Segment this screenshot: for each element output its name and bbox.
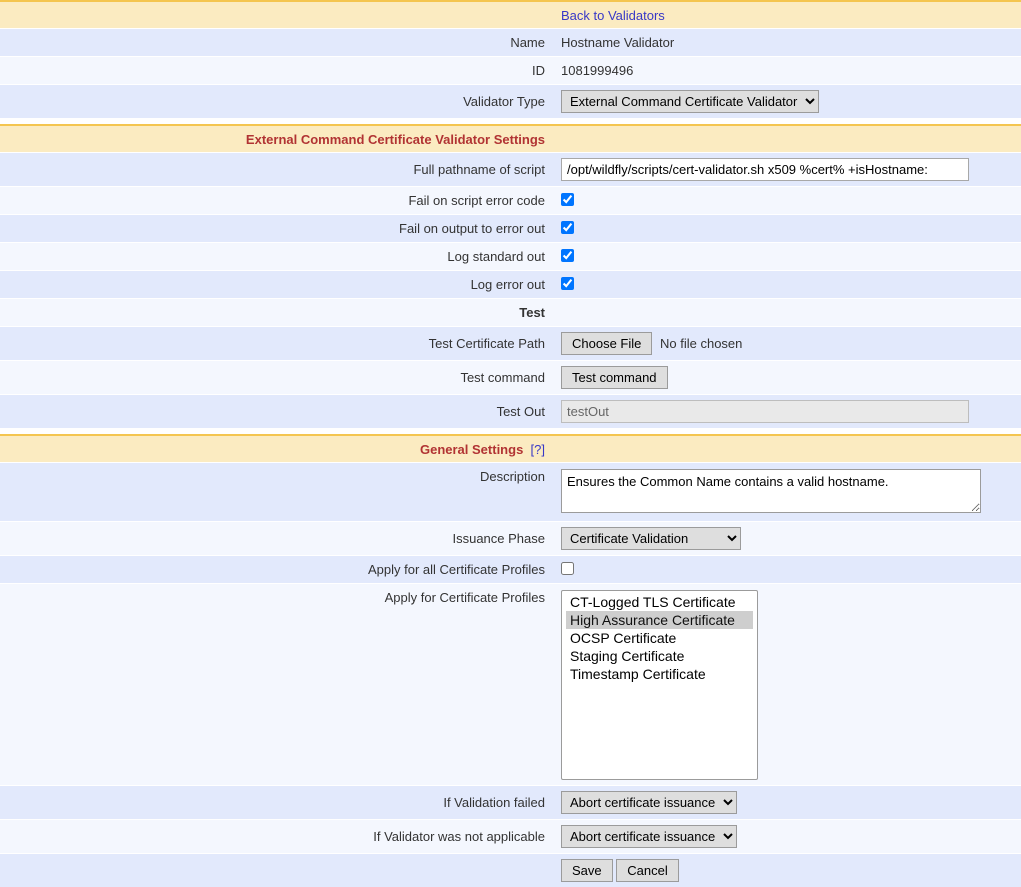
script-path-label: Full pathname of script <box>0 157 555 182</box>
log-stderr-checkbox[interactable] <box>561 277 574 290</box>
id-label: ID <box>0 58 555 83</box>
fail-stderr-row: Fail on output to error out <box>0 214 1021 242</box>
profile-option[interactable]: High Assurance Certificate <box>566 611 753 629</box>
description-label: Description <box>0 463 555 489</box>
actions-row: Save Cancel <box>0 853 1021 887</box>
help-link[interactable]: [?] <box>531 442 545 457</box>
test-out-row: Test Out <box>0 394 1021 428</box>
log-stdout-checkbox[interactable] <box>561 249 574 262</box>
issuance-phase-label: Issuance Phase <box>0 526 555 551</box>
cancel-button[interactable]: Cancel <box>616 859 678 882</box>
general-settings-header: General Settings [?] <box>0 434 1021 462</box>
test-heading-row: Test <box>0 298 1021 326</box>
profile-option[interactable]: OCSP Certificate <box>566 629 753 647</box>
log-stderr-label: Log error out <box>0 272 555 297</box>
fail-error-code-checkbox[interactable] <box>561 193 574 206</box>
issuance-phase-row: Issuance Phase Certificate Validation <box>0 521 1021 555</box>
choose-file-button[interactable]: Choose File <box>561 332 652 355</box>
if-na-row: If Validator was not applicable Abort ce… <box>0 819 1021 853</box>
apply-all-label: Apply for all Certificate Profiles <box>0 557 555 582</box>
test-cert-path-label: Test Certificate Path <box>0 331 555 356</box>
empty-header-label <box>0 3 555 28</box>
apply-all-checkbox[interactable] <box>561 562 574 575</box>
apply-profiles-select[interactable]: CT-Logged TLS CertificateHigh Assurance … <box>561 590 758 780</box>
issuance-phase-select[interactable]: Certificate Validation <box>561 527 741 550</box>
validator-type-label: Validator Type <box>0 89 555 114</box>
id-row: ID 1081999496 <box>0 56 1021 84</box>
apply-profiles-label: Apply for Certificate Profiles <box>0 584 555 610</box>
description-row: Description <box>0 462 1021 521</box>
test-cert-path-row: Test Certificate Path Choose File No fil… <box>0 326 1021 360</box>
name-value: Hostname Validator <box>555 30 1021 55</box>
if-failed-row: If Validation failed Abort certificate i… <box>0 785 1021 819</box>
validator-form: Back to Validators Name Hostname Validat… <box>0 0 1021 887</box>
test-command-label: Test command <box>0 365 555 390</box>
fail-error-code-label: Fail on script error code <box>0 188 555 213</box>
if-na-select[interactable]: Abort certificate issuance <box>561 825 737 848</box>
fail-error-code-row: Fail on script error code <box>0 186 1021 214</box>
log-stdout-row: Log standard out <box>0 242 1021 270</box>
test-out-label: Test Out <box>0 399 555 424</box>
validator-type-row: Validator Type External Command Certific… <box>0 84 1021 118</box>
profile-option[interactable]: CT-Logged TLS Certificate <box>566 593 753 611</box>
log-stdout-label: Log standard out <box>0 244 555 269</box>
if-na-label: If Validator was not applicable <box>0 824 555 849</box>
general-settings-title: General Settings <box>420 442 523 457</box>
file-chosen-text: No file chosen <box>660 336 742 351</box>
ext-settings-header: External Command Certificate Validator S… <box>0 124 1021 152</box>
back-to-validators-link[interactable]: Back to Validators <box>561 8 665 23</box>
header-row: Back to Validators <box>0 0 1021 28</box>
validator-type-select[interactable]: External Command Certificate Validator <box>561 90 819 113</box>
ext-settings-title: External Command Certificate Validator S… <box>0 127 555 152</box>
test-command-row: Test command Test command <box>0 360 1021 394</box>
if-failed-select[interactable]: Abort certificate issuance <box>561 791 737 814</box>
apply-profiles-row: Apply for Certificate Profiles CT-Logged… <box>0 583 1021 785</box>
fail-stderr-checkbox[interactable] <box>561 221 574 234</box>
id-value: 1081999496 <box>555 58 1021 83</box>
log-stderr-row: Log error out <box>0 270 1021 298</box>
test-heading: Test <box>0 300 555 325</box>
test-command-button[interactable]: Test command <box>561 366 668 389</box>
description-textarea[interactable] <box>561 469 981 513</box>
profile-option[interactable]: Timestamp Certificate <box>566 665 753 683</box>
name-label: Name <box>0 30 555 55</box>
script-path-row: Full pathname of script <box>0 152 1021 186</box>
if-failed-label: If Validation failed <box>0 790 555 815</box>
script-path-input[interactable] <box>561 158 969 181</box>
test-out-field <box>561 400 969 423</box>
apply-all-row: Apply for all Certificate Profiles <box>0 555 1021 583</box>
name-row: Name Hostname Validator <box>0 28 1021 56</box>
fail-stderr-label: Fail on output to error out <box>0 216 555 241</box>
profile-option[interactable]: Staging Certificate <box>566 647 753 665</box>
save-button[interactable]: Save <box>561 859 613 882</box>
